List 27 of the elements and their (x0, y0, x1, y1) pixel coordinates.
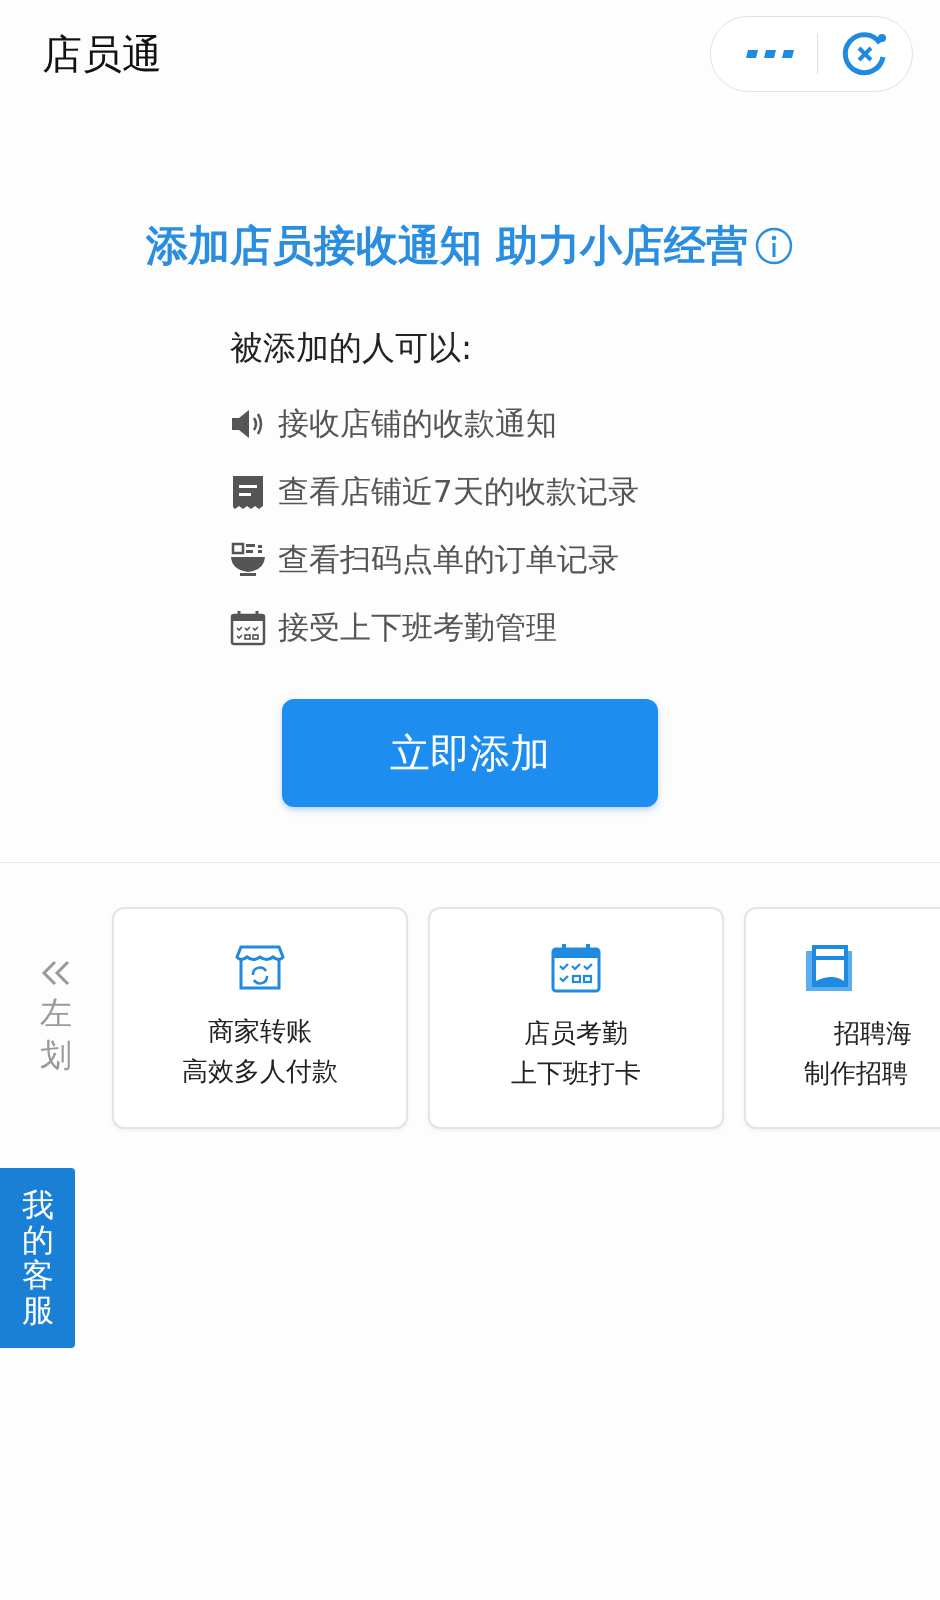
card-title: 招聘海 (834, 1017, 912, 1050)
feature-text: 接受上下班考勤管理 (278, 608, 557, 647)
feature-card[interactable]: 招聘海 制作招聘 (744, 907, 940, 1129)
card-subtitle: 上下班打卡 (511, 1057, 641, 1090)
calendar-icon (230, 610, 266, 646)
feature-text: 查看扫码点单的订单记录 (278, 540, 619, 579)
receipt-icon (230, 474, 266, 510)
card-subtitle: 高效多人付款 (182, 1055, 338, 1088)
swipe-hint: 左划 (40, 993, 72, 1076)
poster-icon (804, 943, 854, 993)
feature-text: 接收店铺的收款通知 (278, 404, 557, 443)
intro-text: 被添加的人可以: (230, 327, 474, 369)
feature-card[interactable]: 店员考勤 上下班打卡 (428, 907, 724, 1129)
customer-service-tab[interactable]: 我的客服 (0, 1168, 75, 1348)
info-icon[interactable] (754, 226, 795, 266)
feature-card[interactable]: 商家转账 高效多人付款 (112, 907, 408, 1129)
card-title: 商家转账 (208, 1015, 312, 1048)
feature-text: 查看店铺近7天的收款记录 (278, 472, 639, 511)
page-title: 店员通 (42, 29, 162, 79)
card-title: 店员考勤 (524, 1017, 628, 1050)
store-icon (235, 945, 285, 991)
card-subtitle: 制作招聘 (804, 1057, 908, 1090)
bowl-icon (230, 542, 266, 578)
more-icon[interactable] (745, 48, 795, 60)
headline: 添加店员接收通知 助力小店经营 (145, 220, 749, 272)
double-chevron-icon (40, 959, 72, 988)
calendar-icon (551, 943, 601, 993)
